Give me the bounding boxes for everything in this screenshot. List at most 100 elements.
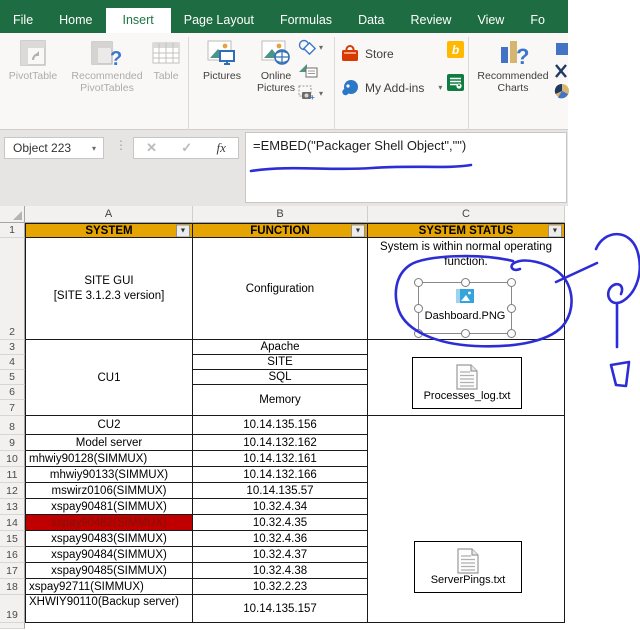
name-box[interactable]: Object 223 ▾	[4, 137, 104, 159]
select-all-corner[interactable]	[0, 206, 25, 223]
cell-b19[interactable]: 10.14.135.157	[193, 595, 368, 623]
pivottable-button[interactable]: PivotTable	[6, 36, 60, 82]
cell-b17[interactable]: 10.32.4.38	[193, 563, 368, 579]
cell-c8-c19-merged[interactable]: ServerPings.txt	[368, 416, 565, 623]
row-header[interactable]: 15	[0, 531, 25, 547]
cell-a10[interactable]: mhwiy90128(SIMMUX)	[25, 451, 193, 467]
cell-a8[interactable]: CU2	[25, 416, 193, 435]
online-pictures-button[interactable]: Online Pictures	[250, 36, 302, 94]
cell-c1-system-status-header[interactable]: SYSTEM STATUS ▼	[368, 223, 565, 238]
cell-a18[interactable]: xspay92711(SIMMUX)	[25, 579, 193, 595]
selection-handle[interactable]	[460, 278, 470, 287]
cell-a19[interactable]: XHWIY90110(Backup server)	[25, 595, 193, 623]
row-header[interactable]: 11	[0, 467, 25, 483]
row-header[interactable]: 17	[0, 563, 25, 579]
cell-b18[interactable]: 10.32.2.23	[193, 579, 368, 595]
row-header[interactable]: 5	[0, 370, 25, 385]
cell-b2[interactable]: Configuration	[193, 238, 368, 340]
cell-c2[interactable]: System is within normal operating functi…	[368, 238, 565, 340]
tab-data[interactable]: Data	[345, 8, 397, 33]
formula-bar-grip[interactable]: ⋮	[115, 138, 127, 152]
cell-a15[interactable]: xspay90483(SIMMUX)	[25, 531, 193, 547]
embedded-object-processes-log[interactable]: Processes_log.txt	[412, 357, 522, 409]
cell-a14-alert[interactable]: xspay90482(SIMMUX)	[25, 515, 193, 531]
recommended-pivottables-button[interactable]: ? Recommended PivotTables	[61, 36, 153, 94]
cell-b12[interactable]: 10.14.135.57	[193, 483, 368, 499]
scatter-chart-icon-cutoff[interactable]	[554, 63, 568, 84]
cell-b13[interactable]: 10.32.4.34	[193, 499, 368, 515]
row-header[interactable]: 7	[0, 400, 25, 416]
shapes-button[interactable]: ▾	[298, 39, 323, 55]
column-header-a[interactable]: A	[25, 206, 193, 223]
selection-handle[interactable]	[507, 329, 516, 338]
cell-b15[interactable]: 10.32.4.36	[193, 531, 368, 547]
store-button[interactable]: Store	[341, 45, 394, 62]
row-header[interactable]: 12	[0, 483, 25, 499]
table-button[interactable]: Table	[146, 36, 186, 82]
cell-c3-c7-merged[interactable]: Processes_log.txt	[368, 340, 565, 416]
insert-chart-icon-cutoff[interactable]	[556, 43, 568, 62]
column-header-b[interactable]: B	[193, 206, 368, 223]
cell-b9[interactable]: 10.14.132.162	[193, 435, 368, 451]
enter-button[interactable]: ✓	[181, 140, 192, 156]
cell-b1-function-header[interactable]: FUNCTION ▼	[193, 223, 368, 238]
selection-handle[interactable]	[460, 329, 470, 338]
cell-a13[interactable]: xspay90481(SIMMUX)	[25, 499, 193, 515]
tab-insert[interactable]: Insert	[105, 8, 171, 33]
row-header[interactable]: 9	[0, 435, 25, 451]
cell-a17[interactable]: xspay90485(SIMMUX)	[25, 563, 193, 579]
cell-a11[interactable]: mhwiy90133(SIMMUX)	[25, 467, 193, 483]
cell-a3-a7-merged[interactable]: CU1	[25, 340, 193, 416]
green-addin-button[interactable]	[447, 74, 464, 91]
tab-home[interactable]: Home	[46, 8, 105, 33]
cell-b3[interactable]: Apache	[193, 340, 368, 355]
filter-button-system-status[interactable]: ▼	[548, 224, 562, 237]
row-header[interactable]: 4	[0, 355, 25, 370]
cell-b8[interactable]: 10.14.135.156	[193, 416, 368, 435]
row-header[interactable]: 16	[0, 547, 25, 563]
row-header[interactable]: 14	[0, 515, 25, 531]
tab-review[interactable]: Review	[397, 8, 464, 33]
row-header[interactable]: 6	[0, 385, 25, 400]
cell-a16[interactable]: xspay90484(SIMMUX)	[25, 547, 193, 563]
cell-a9[interactable]: Model server	[25, 435, 193, 451]
selection-handle[interactable]	[507, 303, 516, 313]
smartart-button[interactable]	[298, 62, 323, 78]
row-header[interactable]: 3	[0, 340, 25, 355]
row-header[interactable]: 10	[0, 451, 25, 467]
cell-b6-b7-merged[interactable]: Memory	[193, 385, 368, 416]
screenshot-button[interactable]: + ▾	[298, 85, 323, 101]
cell-b16[interactable]: 10.32.4.37	[193, 547, 368, 563]
row-header[interactable]: 13	[0, 499, 25, 515]
row-header[interactable]: 2	[0, 238, 25, 340]
cell-a12[interactable]: mswirz0106(SIMMUX)	[25, 483, 193, 499]
embedded-object-server-pings[interactable]: ServerPings.txt	[414, 541, 522, 593]
selection-handle[interactable]	[414, 329, 423, 338]
name-box-dropdown-arrow[interactable]: ▾	[92, 144, 96, 153]
cell-b11[interactable]: 10.14.132.166	[193, 467, 368, 483]
tab-view[interactable]: View	[464, 8, 517, 33]
selection-handle[interactable]	[414, 303, 423, 313]
cell-a1-system-header[interactable]: SYSTEM ▼	[25, 223, 193, 238]
pie-chart-icon-cutoff[interactable]	[554, 83, 570, 104]
row-header[interactable]: 18	[0, 579, 25, 595]
tab-format-cutoff[interactable]: Fo	[517, 8, 558, 33]
tab-formulas[interactable]: Formulas	[267, 8, 345, 33]
cell-a2[interactable]: SITE GUI [SITE 3.1.2.3 version]	[25, 238, 193, 340]
filter-button-system[interactable]: ▼	[176, 224, 190, 237]
insert-function-button[interactable]: fx	[216, 140, 225, 156]
recommended-charts-button[interactable]: ? Recommended Charts	[472, 36, 554, 94]
row-header[interactable]: 1	[0, 223, 25, 238]
filter-button-function[interactable]: ▼	[351, 224, 365, 237]
cell-b5[interactable]: SQL	[193, 370, 368, 385]
tab-page-layout[interactable]: Page Layout	[171, 8, 267, 33]
cell-b4[interactable]: SITE	[193, 355, 368, 370]
selection-handle[interactable]	[507, 278, 516, 287]
bing-addin-button[interactable]: b	[447, 41, 464, 58]
cell-b14[interactable]: 10.32.4.35	[193, 515, 368, 531]
formula-input[interactable]: =EMBED("Packager Shell Object","")	[245, 132, 567, 203]
tab-file[interactable]: File	[0, 8, 46, 33]
cell-b10[interactable]: 10.14.132.161	[193, 451, 368, 467]
cancel-button[interactable]: ✕	[146, 140, 157, 156]
row-header[interactable]: 8	[0, 416, 25, 435]
